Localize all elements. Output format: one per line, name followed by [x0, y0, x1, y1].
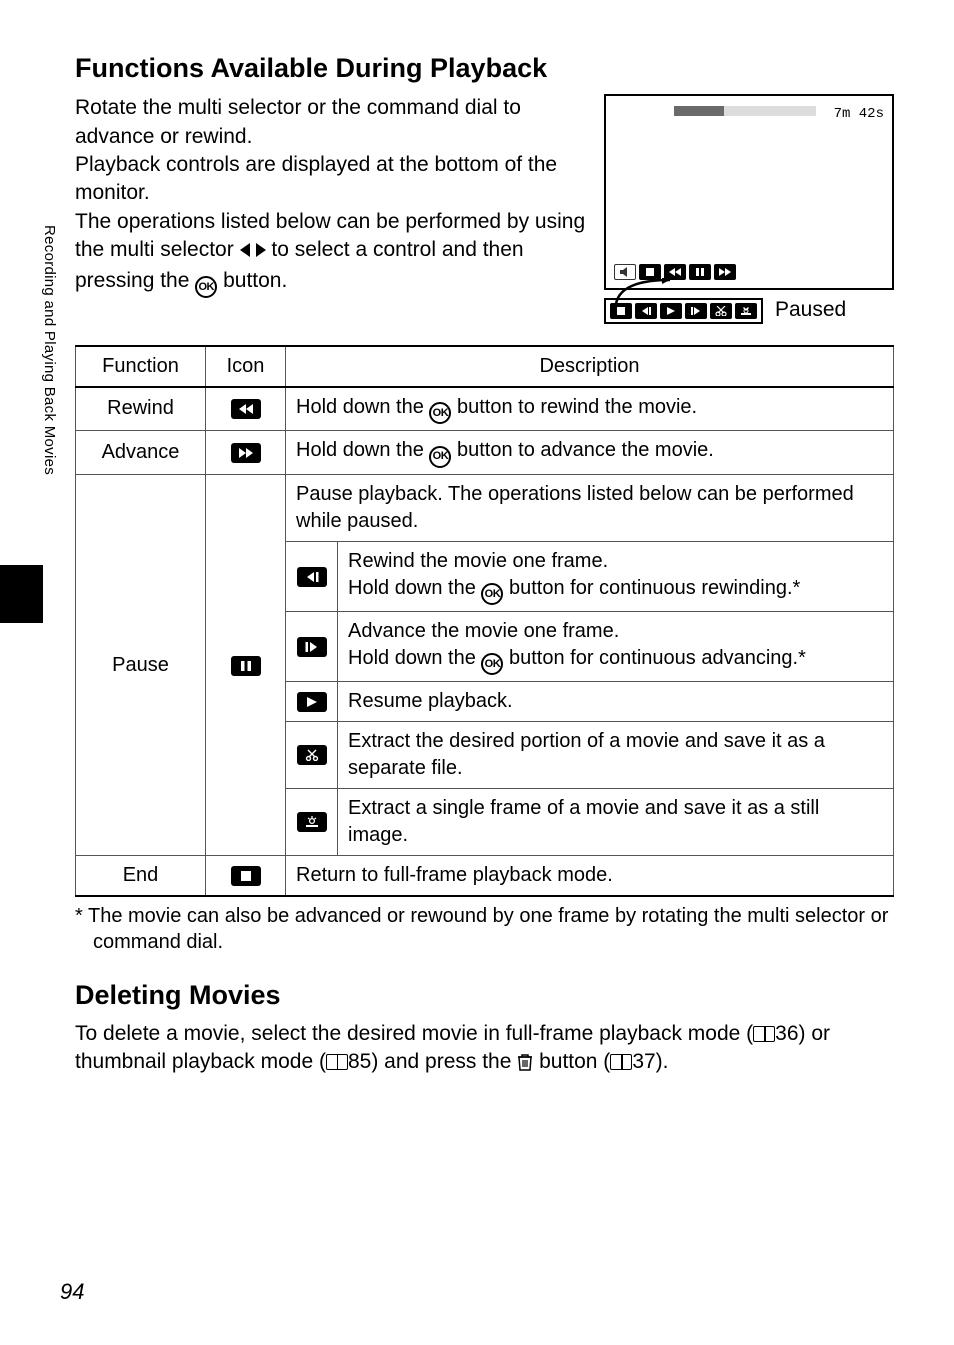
intro-p1: Rotate the multi selector or the command… [75, 94, 586, 151]
scissors-icon [297, 745, 327, 765]
pause-icon [231, 656, 261, 676]
ok-icon: OK [481, 653, 503, 675]
save-still-icon [735, 303, 757, 319]
fn-pause: Pause [76, 474, 206, 856]
trash-icon [517, 1051, 533, 1079]
playback-screen-illustration: 7m 42s [604, 94, 894, 290]
header-description: Description [286, 346, 894, 387]
header-icon: Icon [206, 346, 286, 387]
paused-label: Paused [775, 296, 846, 324]
book-icon [753, 1026, 775, 1042]
frame-fwd-icon [297, 637, 327, 657]
rewind-icon [231, 399, 261, 419]
row-rewind: Rewind Hold down the OK button to rewind… [76, 387, 894, 431]
desc-resume: Resume playback. [338, 682, 894, 722]
fn-rewind: Rewind [76, 387, 206, 431]
progress-fill [674, 106, 724, 116]
screen-illustrations: 7m 42s Paus [604, 94, 894, 324]
deleting-paragraph: To delete a movie, select the desired mo… [75, 1020, 894, 1080]
intro-p2: Playback controls are displayed at the b… [75, 151, 586, 208]
icon-stop [206, 856, 286, 897]
fn-end: End [76, 856, 206, 897]
desc-pause-top: Pause playback. The operations listed be… [286, 474, 894, 541]
side-tab-label: Recording and Playing Back Movies [41, 225, 58, 475]
header-function: Function [76, 346, 206, 387]
side-tab: Recording and Playing Back Movies [43, 225, 63, 570]
ok-icon: OK [481, 583, 503, 605]
book-icon [326, 1054, 348, 1070]
frame-back-icon [297, 567, 327, 587]
icon-save-still [286, 789, 338, 856]
time-remaining: 7m 42s [834, 105, 884, 124]
desc-still: Extract a single frame of a movie and sa… [338, 789, 894, 856]
intro-p3: The operations listed below can be perfo… [75, 208, 586, 298]
icon-pause [206, 474, 286, 856]
callout-arrow [610, 278, 730, 308]
progress-bar [674, 106, 816, 116]
desc-rewind: Hold down the OK button to rewind the mo… [286, 387, 894, 431]
ok-icon: OK [195, 276, 217, 298]
save-still-icon [297, 812, 327, 832]
book-icon [610, 1054, 632, 1070]
icon-rewind [206, 387, 286, 431]
icon-play [286, 682, 338, 722]
page-content: Functions Available During Playback Rota… [75, 50, 894, 1080]
heading-functions: Functions Available During Playback [75, 50, 894, 86]
row-pause-header: Pause Pause playback. The operations lis… [76, 474, 894, 541]
ok-icon: OK [429, 446, 451, 468]
advance-icon [231, 443, 261, 463]
desc-frame-back: Rewind the movie one frame. Hold down th… [338, 541, 894, 611]
side-tab-marker [0, 565, 43, 623]
playback-functions-table: Function Icon Description Rewind Hold do… [75, 345, 894, 898]
table-header-row: Function Icon Description [76, 346, 894, 387]
icon-frame-fwd [286, 612, 338, 682]
left-right-icon [240, 238, 266, 266]
ok-icon: OK [429, 402, 451, 424]
row-end: End Return to full-frame playback mode. [76, 856, 894, 897]
icon-frame-back [286, 541, 338, 611]
intro-p3c: button. [217, 269, 287, 292]
desc-end: Return to full-frame playback mode. [286, 856, 894, 897]
footnote: * The movie can also be advanced or rewo… [75, 903, 894, 955]
desc-extract: Extract the desired portion of a movie a… [338, 722, 894, 789]
page-number: 94 [60, 1279, 84, 1305]
heading-deleting: Deleting Movies [75, 977, 894, 1013]
play-icon [297, 692, 327, 712]
desc-frame-fwd: Advance the movie one frame. Hold down t… [338, 612, 894, 682]
icon-scissors [286, 722, 338, 789]
desc-advance: Hold down the OK button to advance the m… [286, 431, 894, 474]
stop-icon [231, 866, 261, 886]
icon-advance [206, 431, 286, 474]
fn-advance: Advance [76, 431, 206, 474]
row-advance: Advance Hold down the OK button to advan… [76, 431, 894, 474]
intro-text: Rotate the multi selector or the command… [75, 94, 586, 324]
